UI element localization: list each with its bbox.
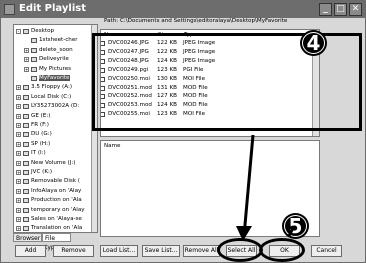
expand-toggle-icon[interactable]: +	[16, 179, 21, 185]
expand-toggle-icon[interactable]: +	[16, 123, 21, 128]
folder-icon	[23, 170, 29, 175]
load-list-button[interactable]: Load List...	[100, 245, 138, 257]
folder-icon	[23, 226, 29, 232]
ok-highlight-ellipse	[259, 238, 305, 262]
folder-icon	[31, 38, 37, 44]
expand-toggle-icon[interactable]: +	[16, 85, 21, 91]
folder-icon	[23, 104, 29, 110]
folder-icon	[23, 198, 29, 204]
folder-icon	[23, 207, 29, 213]
tree-item-label: JVC (K:)	[31, 169, 53, 175]
expand-toggle-icon[interactable]: +	[24, 47, 29, 53]
tree-item-label: My Pictures	[39, 65, 72, 72]
folder-icon	[23, 85, 29, 91]
expand-toggle-icon[interactable]: +	[16, 113, 21, 119]
tree-item-label: SP (H:)	[31, 140, 51, 147]
expand-toggle-icon[interactable]: +	[16, 151, 21, 157]
tree-item-label: temporary on 'Alay	[31, 206, 85, 213]
expand-toggle-icon[interactable]: +	[16, 94, 21, 100]
folder-icon	[23, 179, 29, 185]
expand-toggle-icon[interactable]: +	[16, 226, 21, 232]
app-icon	[4, 4, 15, 15]
playlist-column-name[interactable]: Name	[104, 143, 121, 149]
expand-toggle-icon[interactable]: -	[16, 29, 21, 34]
tree-item-label: MyFavorite	[39, 75, 70, 81]
tree-item-label: Removable Disk (	[31, 178, 80, 185]
tree-item-label: Deliveyrile	[39, 56, 69, 63]
step-5-badge: 5	[282, 213, 309, 239]
tree-item-label: FR (F:)	[31, 122, 49, 128]
remove-all-button[interactable]: Remove All	[183, 245, 220, 257]
step-4-badge: 4	[300, 30, 327, 56]
tree-item-label: 1stsheet-cher	[39, 37, 78, 44]
folder-icon	[23, 188, 29, 194]
add-button[interactable]: Add	[15, 245, 46, 257]
tree-item-label: DU (G:)	[31, 131, 52, 138]
expand-toggle-icon[interactable]: +	[16, 207, 21, 213]
tab-browser[interactable]: Browser	[13, 233, 42, 242]
expand-toggle-icon[interactable]: +	[16, 198, 21, 204]
folder-icon	[23, 123, 29, 128]
tree-item-label: delete_soon	[39, 46, 73, 53]
folder-icon	[23, 217, 29, 222]
folder-icon	[31, 57, 37, 63]
expand-toggle-icon[interactable]: +	[16, 160, 21, 166]
save-list-button[interactable]: Save List...	[142, 245, 180, 257]
tree-item-label: Local Disk (C:)	[31, 93, 72, 100]
tree-item-label: Desktop	[31, 28, 55, 34]
expand-toggle-icon[interactable]: +	[16, 104, 21, 110]
tree-item-label: Sales on 'Alaya-se	[31, 216, 82, 222]
folder-tree[interactable]: - Desktop 1stsheet-cher + delete_soon + Delive…	[13, 24, 98, 233]
tree-item-label: IT (I:)	[31, 150, 46, 157]
folder-icon	[31, 66, 37, 72]
expand-toggle-icon[interactable]: +	[24, 57, 29, 63]
minimize-button[interactable]: _	[319, 3, 332, 16]
tree-item-label: LY35273002A (D:	[31, 103, 80, 110]
tree-item-label: Production on 'Ala	[31, 197, 82, 204]
select-all-highlight-ellipse	[217, 238, 263, 262]
tree-item-label: New Volume (J:)	[31, 159, 76, 166]
remove-button[interactable]: Remove	[53, 245, 94, 257]
expand-toggle-icon[interactable]: +	[16, 170, 21, 175]
expand-toggle-icon[interactable]: +	[16, 132, 21, 138]
expand-toggle-icon[interactable]: +	[16, 141, 21, 147]
folder-icon	[31, 47, 37, 53]
folder-icon	[23, 94, 29, 100]
maximize-button[interactable]: □	[334, 3, 347, 16]
folder-icon	[23, 132, 29, 138]
folder-icon	[23, 160, 29, 166]
expand-toggle-icon[interactable]: +	[16, 217, 21, 222]
folder-icon	[23, 141, 29, 147]
title-bar[interactable]: Edit Playlist _ □ ✕	[1, 1, 365, 18]
cancel-button[interactable]: Cancel	[311, 245, 342, 257]
tree-item-label: GE (E:)	[31, 112, 51, 119]
folder-icon	[23, 29, 29, 34]
folder-icon	[23, 113, 29, 119]
folder-icon	[31, 76, 37, 81]
tree-item-label: InfoAlaya on 'Alay	[31, 187, 82, 194]
tab-file-types[interactable]: File types	[42, 233, 71, 251]
window-title: Edit Playlist	[19, 3, 86, 14]
tree-item-label: Translation on 'Ala	[31, 225, 83, 232]
folder-icon	[23, 151, 29, 157]
path-label: Path: C:\Documents and Settings\editoral…	[104, 18, 288, 24]
tree-item-label: 3.5 Floppy (A:)	[31, 84, 73, 91]
expand-toggle-icon[interactable]: +	[24, 66, 29, 72]
close-button[interactable]: ✕	[349, 3, 362, 16]
expand-toggle-icon[interactable]: +	[16, 188, 21, 194]
